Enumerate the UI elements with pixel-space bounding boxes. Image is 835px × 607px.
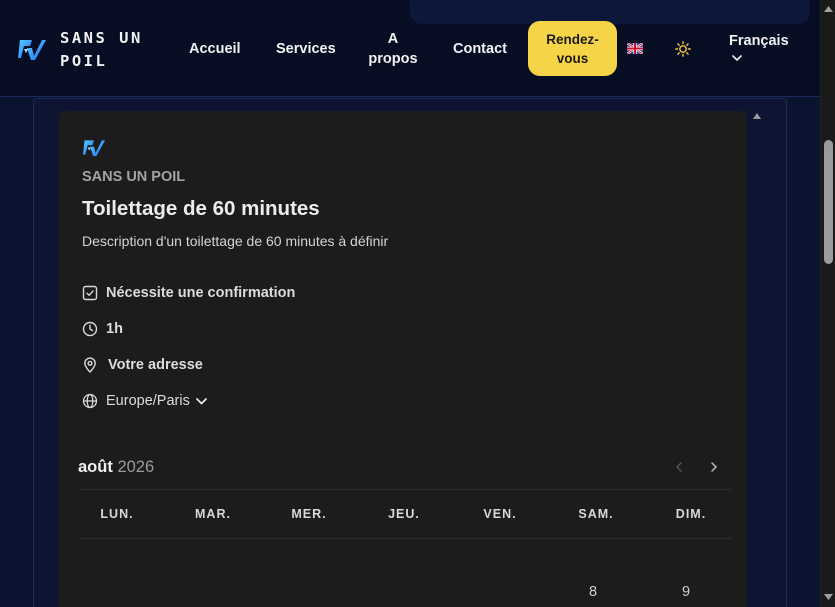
weekday-tue: MAR.	[195, 507, 231, 521]
next-month-icon[interactable]	[709, 461, 719, 473]
calendar-divider-top	[80, 489, 732, 490]
scroll-down-arrow-icon[interactable]	[824, 594, 833, 600]
weekday-fri: VEN.	[483, 507, 517, 521]
calendar-day[interactable]: 9	[671, 584, 701, 600]
organization-name: SANS UN POIL	[82, 169, 186, 185]
calendar-month: août	[78, 458, 113, 476]
brand-line-2: POIL	[60, 52, 108, 70]
event-title: Toilettage de 60 minutes	[82, 197, 320, 220]
rv-logo-icon[interactable]	[18, 36, 46, 62]
calendar-month-label: août 2026	[78, 458, 154, 477]
nav-services[interactable]: Services	[276, 39, 336, 59]
rv-logo-icon	[83, 140, 105, 157]
chevron-down-icon[interactable]	[195, 397, 208, 406]
previous-month-icon[interactable]	[674, 461, 684, 473]
weekday-thu: JEU.	[388, 507, 420, 521]
duration: 1h	[106, 321, 123, 337]
map-pin-icon	[84, 357, 96, 373]
location: Votre adresse	[108, 357, 203, 373]
calendar-divider-weekdays	[80, 538, 732, 539]
nav-contact[interactable]: Contact	[453, 39, 507, 59]
calendar-year: 2026	[117, 458, 155, 476]
weekday-sat: SAM.	[578, 507, 614, 521]
checkbox-icon	[82, 285, 98, 301]
nav-about-line-2: propos	[368, 51, 418, 67]
scroll-thumb[interactable]	[824, 140, 833, 264]
calendar-day[interactable]: 8	[578, 584, 608, 600]
weekday-sun: DIM.	[675, 507, 707, 521]
header-glow	[410, 0, 810, 24]
event-description: Description d'un toilettage de 60 minute…	[82, 233, 389, 249]
inner-scroll-up-icon[interactable]	[753, 113, 761, 119]
page-scrollbar[interactable]	[820, 0, 835, 607]
weekday-wed: MER.	[291, 507, 327, 521]
globe-icon	[82, 393, 98, 409]
sun-icon[interactable]	[675, 41, 691, 57]
scroll-up-arrow-icon[interactable]	[824, 6, 833, 12]
nav-about[interactable]: A propos	[368, 29, 418, 69]
nav-home[interactable]: Accueil	[189, 39, 241, 59]
nav-about-line-1: A	[387, 31, 399, 47]
confirmation-required: Nécessite une confirmation	[106, 285, 296, 301]
appointment-button-line-1: Rendez-	[546, 31, 599, 47]
language-selector[interactable]: Français	[729, 33, 789, 49]
timezone-selector[interactable]: Europe/Paris	[106, 393, 190, 409]
brand-line-1: SANS UN	[60, 29, 143, 47]
appointment-button-line-2: vous	[556, 50, 589, 66]
clock-icon	[82, 321, 98, 337]
appointment-button[interactable]: Rendez- vous	[528, 21, 617, 76]
brand-name[interactable]: SANS UN POIL	[60, 27, 170, 73]
weekday-mon: LUN.	[100, 507, 134, 521]
chevron-down-icon[interactable]	[731, 53, 743, 63]
uk-flag-icon[interactable]	[627, 43, 643, 54]
